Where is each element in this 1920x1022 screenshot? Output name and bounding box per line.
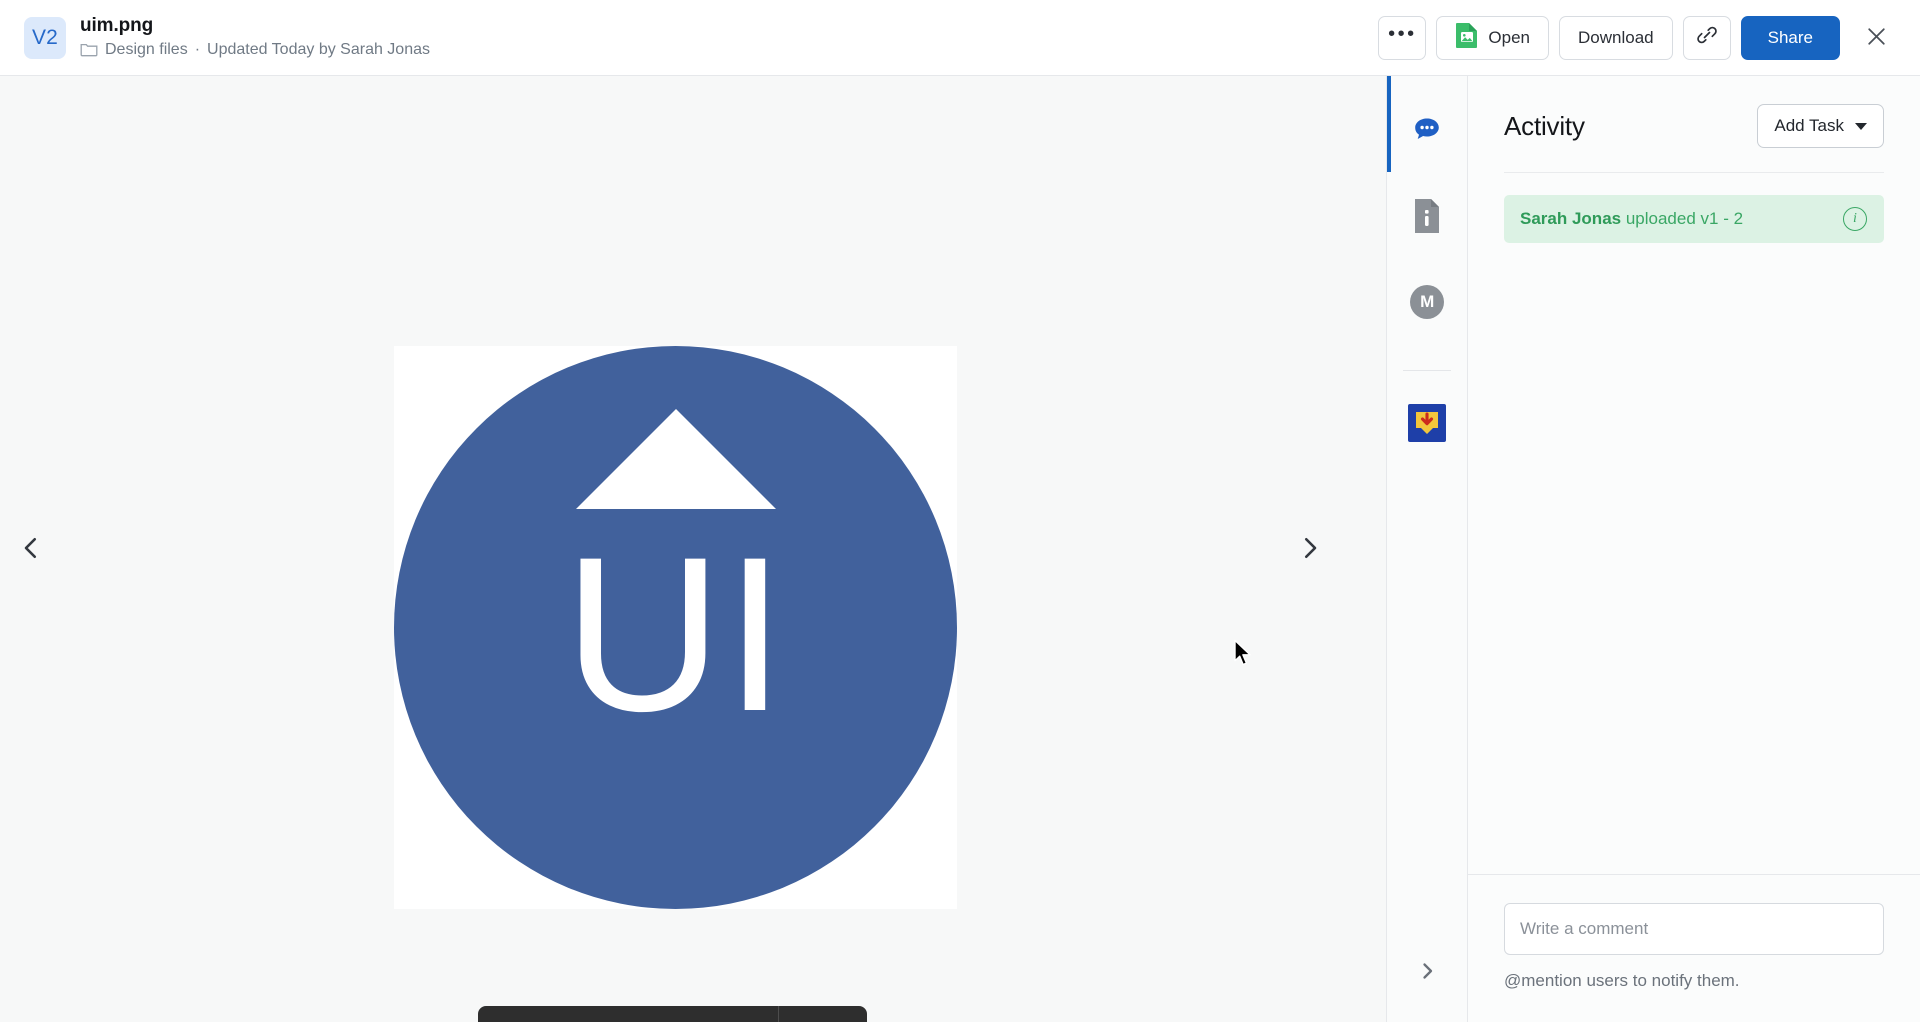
close-button[interactable] (1854, 16, 1898, 60)
preview-image[interactable]: UI (394, 346, 957, 909)
previous-file-button[interactable] (4, 522, 58, 576)
zoom-in-button[interactable]: + (606, 1014, 646, 1022)
comment-composer: @mention users to notify them. (1468, 874, 1920, 1022)
rotate-button[interactable] (650, 1014, 702, 1022)
rail-divider (1403, 370, 1451, 371)
logo-graphic: UI (394, 346, 957, 909)
sidebar-item-markup[interactable]: M (1399, 274, 1455, 330)
fullscreen-button[interactable] (706, 1014, 758, 1022)
next-file-button[interactable] (1283, 522, 1337, 576)
download-app-icon (1408, 404, 1446, 442)
comment-tool-group (779, 1006, 867, 1022)
header-actions: ••• Open Download Share (1378, 15, 1898, 60)
folder-icon (80, 42, 98, 57)
add-task-label: Add Task (1774, 116, 1844, 135)
mention-hint: @mention users to notify them. (1504, 971, 1740, 990)
download-button-label: Download (1578, 27, 1654, 47)
breadcrumb-folder[interactable]: Design files (105, 40, 188, 59)
logo-letters: UI (563, 511, 788, 757)
link-icon (1695, 23, 1719, 52)
activity-action: uploaded v1 - 2 (1621, 209, 1744, 228)
info-circle-icon[interactable]: i (1843, 207, 1867, 231)
zoom-controls: − 100% + (478, 1006, 772, 1022)
comment-input[interactable] (1504, 903, 1884, 955)
breadcrumb: Design files · Updated Today by Sarah Jo… (80, 40, 430, 59)
image-viewer[interactable]: UI (0, 76, 1386, 1022)
title-block: uim.png Design files · Updated Today by … (80, 15, 430, 59)
copy-link-button[interactable] (1682, 15, 1731, 60)
close-icon (1864, 24, 1889, 52)
sidebar-item-info[interactable] (1399, 188, 1455, 244)
more-options-button[interactable]: ••• (1378, 15, 1427, 60)
breadcrumb-separator: · (194, 41, 201, 59)
file-info-icon (1411, 197, 1443, 235)
image-file-icon (1455, 22, 1479, 54)
expand-panel-button[interactable] (1399, 944, 1455, 1000)
share-button[interactable]: Share (1740, 15, 1840, 60)
activity-item-text: Sarah Jonas uploaded v1 - 2 (1520, 209, 1743, 229)
zoom-toolbar: − 100% + (478, 1006, 867, 1022)
activity-actor: Sarah Jonas (1520, 209, 1622, 228)
app-body: UI M Activity Add Task Sarah Jonas uploa… (0, 76, 1920, 1022)
chevron-down-icon (1855, 122, 1867, 130)
list-item[interactable]: Sarah Jonas uploaded v1 - 2 i (1504, 195, 1884, 243)
share-button-label: Share (1767, 27, 1813, 47)
markup-avatar-icon: M (1410, 285, 1444, 319)
sidebar-item-downloader[interactable] (1399, 395, 1455, 451)
open-button-label: Open (1488, 27, 1531, 47)
add-comment-button[interactable] (797, 1014, 849, 1022)
add-task-button[interactable]: Add Task (1757, 104, 1884, 148)
rail-selection-indicator (1387, 76, 1391, 172)
activity-panel-header: Activity Add Task (1504, 76, 1884, 172)
app-header: V2 uim.png Design files · Updated Today … (0, 0, 1920, 76)
activity-title: Activity (1504, 110, 1585, 141)
sidebar-item-comments[interactable] (1399, 102, 1455, 158)
activity-panel: Activity Add Task Sarah Jonas uploaded v… (1468, 76, 1920, 1022)
chevron-right-icon (1415, 959, 1439, 986)
page-title: uim.png (80, 15, 154, 37)
file-meta: Updated Today by Sarah Jonas (207, 41, 430, 59)
activity-panel-content: Activity Add Task Sarah Jonas uploaded v… (1468, 76, 1920, 874)
header-file-info: V2 uim.png Design files · Updated Today … (24, 15, 1378, 59)
comment-bubble-icon (1410, 113, 1444, 147)
sidebar-icon-rail: M (1386, 76, 1468, 1022)
open-button[interactable]: Open (1436, 15, 1550, 60)
file-preview-app: V2 uim.png Design files · Updated Today … (0, 0, 1920, 1022)
triangle-shape-icon (575, 409, 776, 509)
version-badge[interactable]: V2 (24, 16, 66, 59)
chevron-left-icon (16, 533, 46, 566)
mouse-pointer-icon (1233, 639, 1255, 674)
chevron-right-icon (1295, 533, 1325, 566)
more-dots-icon: ••• (1388, 22, 1417, 45)
activity-list: Sarah Jonas uploaded v1 - 2 i (1504, 173, 1884, 243)
zoom-out-button[interactable]: − (496, 1014, 536, 1022)
download-button[interactable]: Download (1559, 15, 1673, 60)
